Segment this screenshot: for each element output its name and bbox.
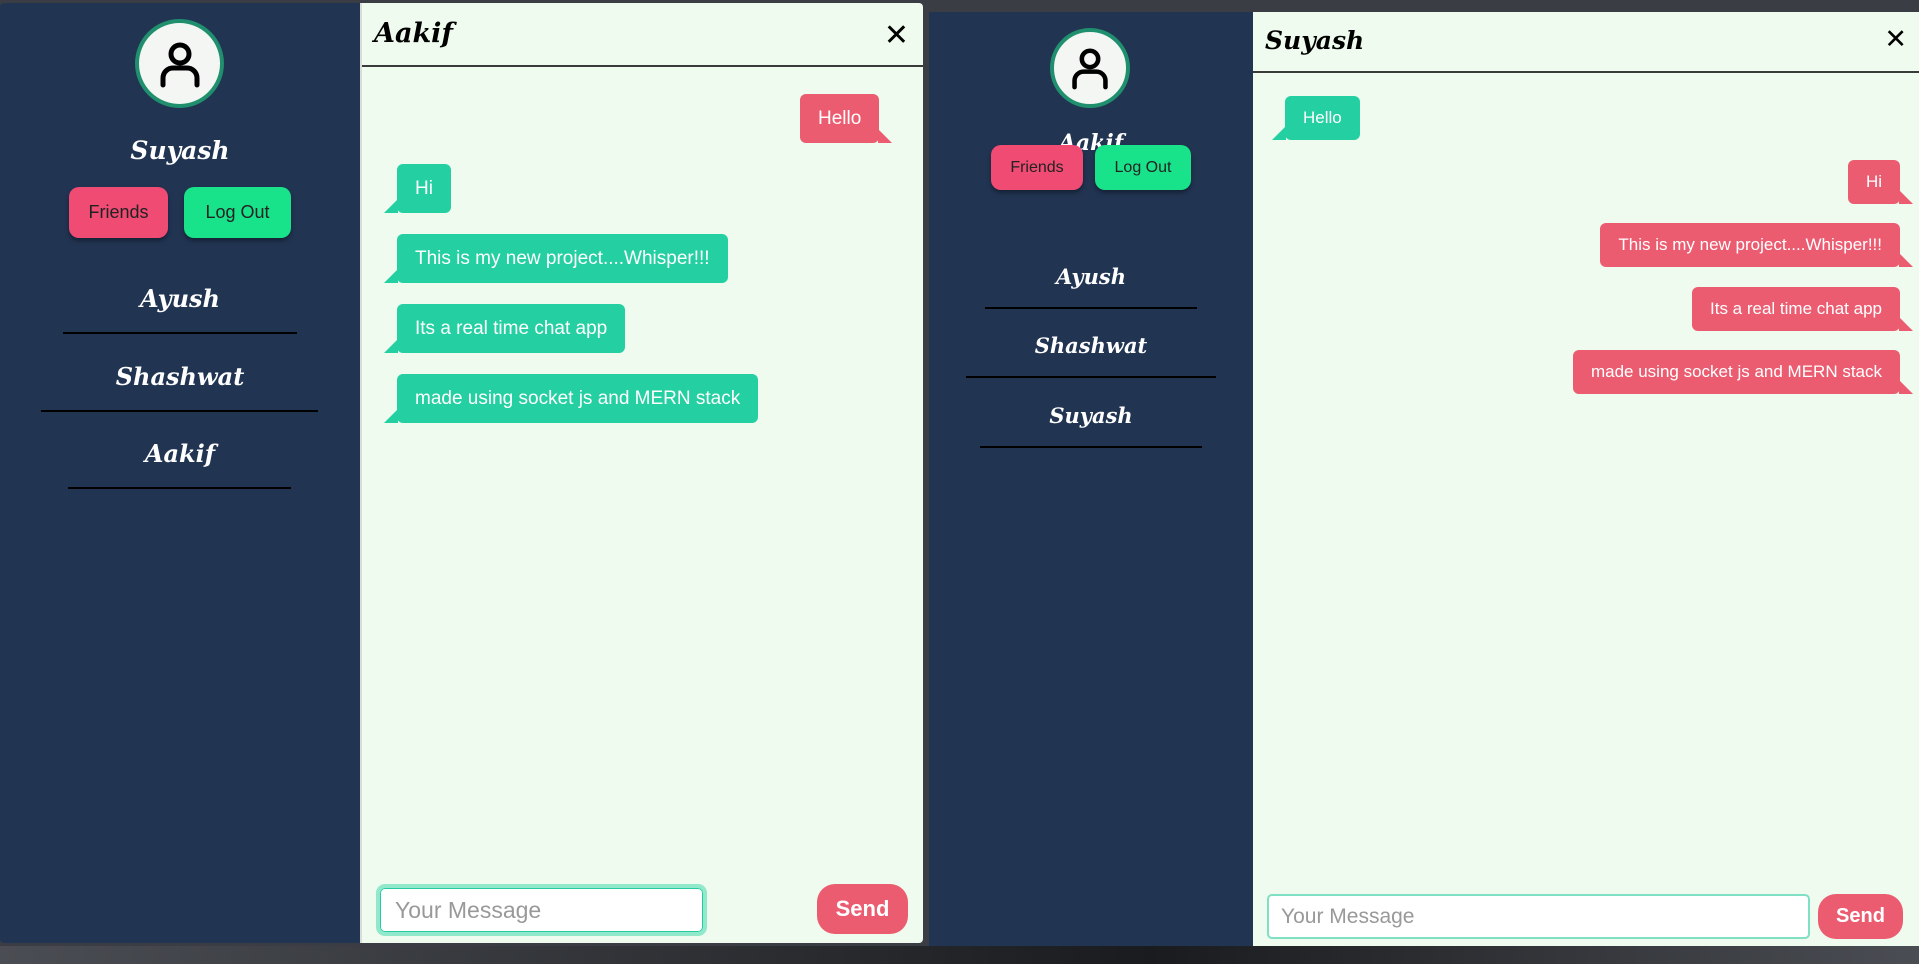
divider: [41, 410, 318, 412]
user-icon: [1072, 48, 1108, 90]
message-bubble-outgoing: Its a real time chat app: [1692, 287, 1913, 331]
friend-item-ayush[interactable]: Ayush: [0, 284, 360, 334]
friend-item-aakif[interactable]: Aakif: [0, 439, 360, 489]
message-bubble-outgoing: Hi: [1847, 160, 1914, 204]
friend-name: Ayush: [1055, 264, 1126, 289]
divider: [68, 487, 291, 489]
message-bubble-incoming: Hello: [1272, 96, 1360, 140]
friend-name: Shashwat: [1034, 333, 1148, 358]
chat-header: Aakif ✕: [362, 3, 923, 67]
friend-name: Ayush: [139, 284, 220, 313]
friend-name: Suyash: [1049, 403, 1133, 428]
friend-item-suyash[interactable]: Suyash: [929, 403, 1253, 448]
divider: [63, 332, 297, 334]
friends-button[interactable]: Friends: [991, 145, 1083, 190]
user-icon: [160, 42, 199, 87]
divider: [985, 307, 1197, 309]
close-icon[interactable]: ✕: [1884, 26, 1907, 53]
right-chat-window: Aakif Friends Log Out Ayush Shashwat Suy…: [929, 12, 1919, 946]
message-bubble-incoming: Its a real time chat app: [383, 304, 626, 353]
chat-title: Suyash: [1265, 26, 1365, 55]
close-icon[interactable]: ✕: [884, 21, 909, 51]
message-bubble-outgoing: Hello: [800, 94, 893, 143]
logout-button[interactable]: Log Out: [184, 187, 291, 238]
send-button[interactable]: Send: [817, 884, 908, 934]
sidebar: Suyash Friends Log Out Ayush Shashwat Aa…: [0, 3, 360, 943]
chat-title: Aakif: [374, 18, 454, 49]
divider: [966, 376, 1216, 378]
chat-header: Suyash ✕: [1253, 12, 1919, 73]
friend-item-shashwat[interactable]: Shashwat: [0, 362, 360, 412]
friend-name: Aakif: [144, 439, 216, 468]
friends-button[interactable]: Friends: [69, 187, 168, 238]
message-bubble-outgoing: made using socket js and MERN stack: [1572, 350, 1914, 394]
logout-button[interactable]: Log Out: [1095, 145, 1191, 190]
send-button[interactable]: Send: [1818, 894, 1903, 939]
friend-item-ayush[interactable]: Ayush: [929, 264, 1253, 309]
current-user-name: Suyash: [130, 136, 230, 165]
desktop-background-strip: [0, 946, 1919, 964]
message-bubble-outgoing: This is my new project....Whisper!!!: [1600, 223, 1913, 267]
message-input[interactable]: [1267, 894, 1810, 939]
message-bubble-incoming: This is my new project....Whisper!!!: [384, 234, 728, 283]
chat-panel: Suyash ✕ Hello Hi This is my new project…: [1253, 12, 1919, 946]
divider: [980, 446, 1202, 448]
message-bubble-incoming: made using socket js and MERN stack: [383, 374, 759, 423]
current-user-name: Aakif: [1058, 130, 1124, 156]
avatar: [1050, 28, 1130, 108]
sidebar: Aakif Friends Log Out Ayush Shashwat Suy…: [929, 12, 1253, 946]
message-input[interactable]: [376, 884, 707, 936]
message-bubble-incoming: Hi: [384, 164, 451, 213]
friend-item-shashwat[interactable]: Shashwat: [929, 333, 1253, 378]
friend-name: Shashwat: [115, 362, 245, 391]
left-chat-window: Suyash Friends Log Out Ayush Shashwat Aa…: [0, 3, 923, 943]
avatar: [135, 19, 224, 108]
chat-panel: Aakif ✕ Hello Hi This is my new project.…: [360, 3, 923, 943]
